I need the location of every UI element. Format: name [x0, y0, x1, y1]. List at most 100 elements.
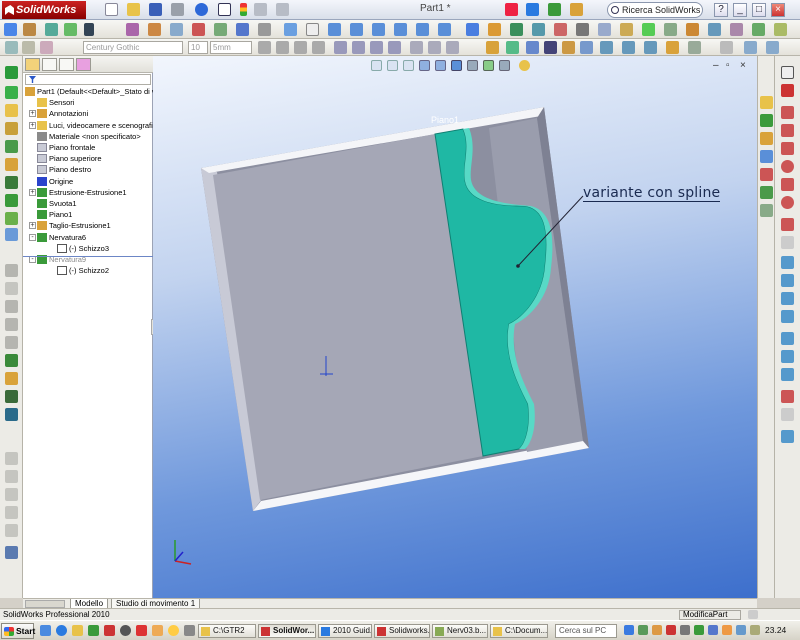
dimetric-view-icon[interactable] [438, 23, 451, 36]
shadows-icon[interactable] [664, 23, 677, 36]
open-folder-icon[interactable] [127, 3, 140, 16]
center-mark-icon[interactable] [644, 41, 657, 54]
strikethrough-icon[interactable] [312, 41, 325, 54]
datum-icon[interactable] [526, 41, 539, 54]
tree-item[interactable]: - Nervatura6 [23, 232, 153, 243]
appearances-pane-icon[interactable] [760, 186, 773, 199]
quicklaunch-sw-icon[interactable] [104, 625, 115, 636]
sketch-extend-icon[interactable] [781, 310, 794, 323]
customize-icon[interactable] [774, 23, 787, 36]
view-palette-pane-icon[interactable] [760, 168, 773, 181]
tool-gray-3-icon[interactable] [5, 488, 18, 501]
boundary-icon[interactable] [5, 140, 18, 153]
file-explorer-icon[interactable] [570, 3, 583, 16]
underline-icon[interactable] [294, 41, 307, 54]
quicklaunch-explorer-icon[interactable] [72, 625, 83, 636]
taskbar-task[interactable]: SolidWor... [258, 624, 316, 638]
sketch-repair-icon[interactable] [781, 408, 794, 421]
search-pane-icon[interactable] [760, 150, 773, 163]
line-color-icon[interactable] [446, 41, 459, 54]
save-icon[interactable] [149, 3, 162, 16]
taskbar-task[interactable]: Nerv03.b... [432, 624, 488, 638]
smart-dimension-icon[interactable] [45, 23, 58, 36]
close-button[interactable]: × [771, 3, 785, 17]
sketch-circle-icon[interactable] [781, 160, 794, 173]
quicklaunch-desktop-icon[interactable] [40, 625, 51, 636]
taskbar-task[interactable]: 2010 Guid... [318, 624, 372, 638]
trim-tool-icon[interactable] [236, 23, 249, 36]
balloon-icon[interactable] [506, 41, 519, 54]
spline-tool-icon[interactable] [214, 23, 227, 36]
3d-sketch-icon[interactable] [23, 23, 36, 36]
taskbar-search-input[interactable]: Cerca sul PC [555, 624, 617, 638]
sketch-rectangle-icon[interactable] [781, 124, 794, 137]
sketch-toggle-icon[interactable] [5, 546, 18, 559]
tray-antivirus-icon[interactable] [638, 625, 648, 635]
tree-item[interactable]: (-) Schizzo2 [23, 265, 153, 276]
search-input[interactable]: Ricerca SolidWorks [607, 2, 703, 18]
sketch-point-icon[interactable] [781, 84, 794, 97]
quicklaunch-ie-icon[interactable] [56, 625, 67, 636]
arc-tool-icon[interactable] [192, 23, 205, 36]
spline-annotation[interactable]: variante con spline [583, 185, 721, 202]
hole-callout-icon[interactable] [600, 41, 613, 54]
grid-snap-icon[interactable] [720, 41, 733, 54]
circle-tool-icon[interactable] [170, 23, 183, 36]
property-manager-tab-icon[interactable] [42, 58, 57, 71]
font-height-input[interactable]: 5mm [210, 41, 252, 54]
front-view-icon[interactable] [328, 23, 341, 36]
annotation-note-icon[interactable] [486, 41, 499, 54]
taskbar-task[interactable]: C:\Docum... [490, 624, 548, 638]
surface-finish-icon[interactable] [562, 41, 575, 54]
block-icon[interactable] [666, 41, 679, 54]
font-name-select[interactable]: Century Gothic [83, 41, 183, 54]
print-icon[interactable] [171, 3, 184, 16]
tool-gray-1-icon[interactable] [5, 452, 18, 465]
options-icon[interactable] [276, 3, 289, 16]
rotate-view-icon[interactable] [510, 23, 523, 36]
top-view-icon[interactable] [350, 23, 363, 36]
sketch-fillet-icon[interactable] [781, 256, 794, 269]
tree-filter[interactable] [25, 74, 151, 85]
rollback-bar[interactable] [23, 256, 153, 257]
configuration-manager-tab-icon[interactable] [59, 58, 74, 71]
tree-expander-icon[interactable]: + [29, 110, 36, 118]
sketch-tool-icon[interactable] [4, 23, 17, 36]
zoom-area-icon[interactable] [488, 23, 501, 36]
table-icon[interactable] [744, 41, 757, 54]
sketch-arc-icon[interactable] [781, 178, 794, 191]
isometric-view-icon[interactable] [394, 23, 407, 36]
quicklaunch-folder-icon[interactable] [152, 625, 163, 636]
section-view-icon[interactable] [554, 23, 567, 36]
tree-item[interactable]: Piano frontale [23, 142, 153, 153]
sketch-trim-icon[interactable] [781, 292, 794, 305]
line-style-icon[interactable] [40, 41, 53, 54]
shell-tool-icon[interactable] [5, 300, 18, 313]
tray-sw-icon[interactable] [666, 625, 676, 635]
pattern-icon[interactable] [5, 228, 18, 241]
tree-item[interactable]: Origine [23, 176, 153, 187]
sketch-offset-icon[interactable] [781, 274, 794, 287]
undo-icon[interactable] [195, 3, 208, 16]
loft-icon[interactable] [5, 122, 18, 135]
zoom-fit-icon[interactable] [466, 23, 479, 36]
area-hatch-icon[interactable] [688, 41, 701, 54]
part-model[interactable]: Piano1 [153, 56, 757, 598]
select-icon[interactable] [218, 3, 231, 16]
sw-resources-pane-icon[interactable] [760, 96, 773, 109]
view-settings-icon[interactable] [642, 23, 655, 36]
minimize-button[interactable]: _ [733, 3, 747, 17]
rib-tool-icon[interactable] [5, 264, 18, 277]
fillet-icon[interactable] [5, 194, 18, 207]
grid-icon[interactable] [84, 23, 94, 36]
reference-geometry-icon[interactable] [5, 372, 18, 385]
quicklaunch-app-icon[interactable] [120, 625, 131, 636]
line-tool-icon[interactable] [126, 23, 139, 36]
file-properties-icon[interactable] [254, 3, 267, 16]
align-left-icon[interactable] [334, 41, 347, 54]
tree-item[interactable]: (-) Schizzo3 [23, 243, 153, 254]
bold-icon[interactable] [258, 41, 271, 54]
tab-scroll-buttons[interactable] [25, 600, 65, 608]
offset-tool-icon[interactable] [258, 23, 271, 36]
tool-gray-5-icon[interactable] [5, 524, 18, 537]
